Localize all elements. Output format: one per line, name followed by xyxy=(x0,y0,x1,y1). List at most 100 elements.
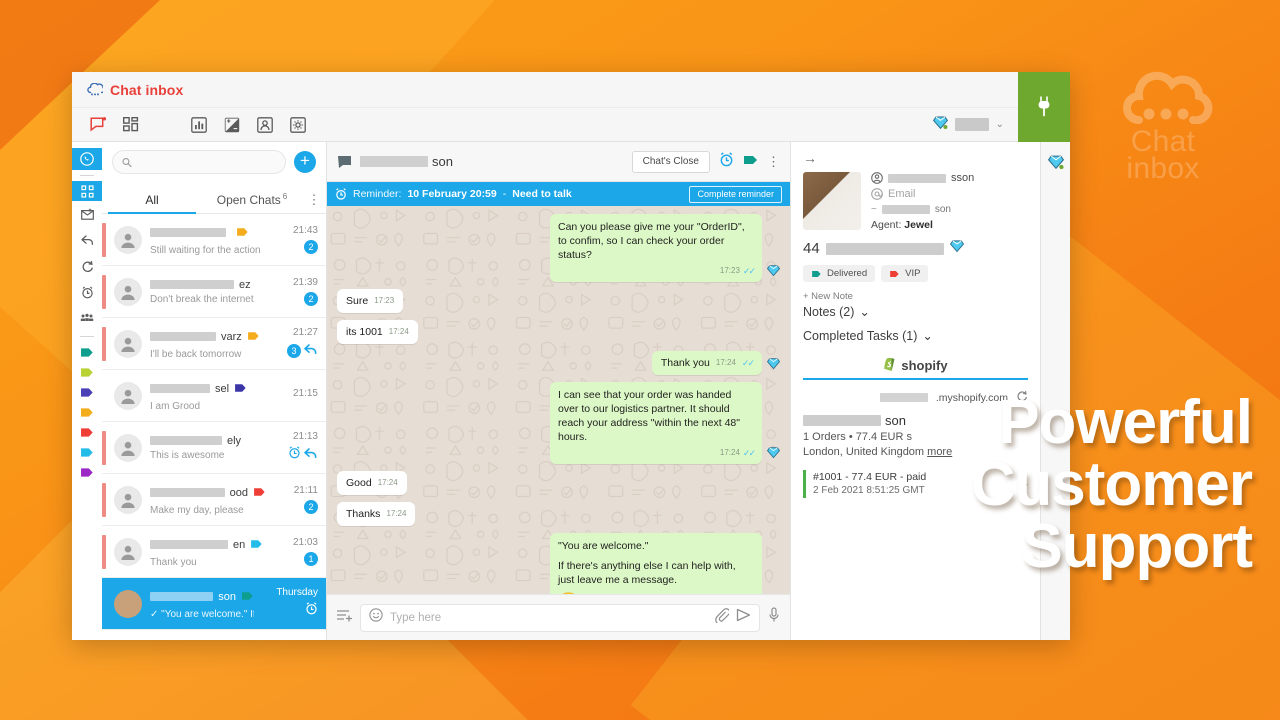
archive-mail-icon[interactable] xyxy=(72,201,102,227)
tab-open-chats[interactable]: Open Chats 6 xyxy=(202,192,302,213)
agent-row: Agent: Jewel xyxy=(871,219,1028,231)
rail-tag-5[interactable] xyxy=(72,442,102,462)
rail-tag-3[interactable] xyxy=(72,402,102,422)
quick-reply-icon[interactable] xyxy=(336,609,353,627)
search-box[interactable] xyxy=(112,150,286,174)
complete-reminder-button[interactable]: Complete reminder xyxy=(689,185,782,203)
conversation-more-button[interactable]: ⋮ xyxy=(767,155,780,168)
message-bubble: Good 17:24 xyxy=(337,471,407,495)
tag-icon[interactable] xyxy=(743,153,758,171)
profile-handle-tail: son xyxy=(934,204,951,215)
attachment-icon[interactable] xyxy=(715,607,731,628)
chat-list-item[interactable]: ez Don't break the internet 21:39 2 xyxy=(102,266,326,318)
tab-all[interactable]: All xyxy=(102,193,202,214)
rail-tag-4[interactable] xyxy=(72,422,102,442)
chevron-down-icon: ⌄ xyxy=(922,329,933,343)
rail-tag-1[interactable] xyxy=(72,362,102,382)
collapse-panel-button[interactable]: → xyxy=(803,150,1028,166)
reply-arrow-icon[interactable] xyxy=(72,227,102,253)
chat-item-name: en xyxy=(150,536,266,554)
qr-scan-icon[interactable] xyxy=(72,181,102,201)
chats-close-button[interactable]: Chat's Close xyxy=(631,150,710,173)
whatsapp-icon[interactable] xyxy=(72,148,102,170)
channel-rail xyxy=(72,142,102,640)
messages-area[interactable]: Can you please give me your "OrderID", t… xyxy=(327,206,790,594)
shopify-tab[interactable]: shopify xyxy=(803,357,1028,380)
tag-icon xyxy=(241,588,254,606)
app-body: + All Open Chats 6 ⋮ Still waiting for th… xyxy=(72,142,1070,640)
alarm-clock-icon[interactable] xyxy=(719,151,734,172)
chat-list-more-button[interactable]: ⋮ xyxy=(302,192,326,213)
shopify-customer-tail: son xyxy=(885,413,906,428)
notes-section-toggle[interactable]: Notes (2) ⌄ xyxy=(803,304,1028,320)
tag-icon xyxy=(812,270,821,277)
add-chat-button[interactable]: + xyxy=(294,151,316,173)
chat-list-item[interactable]: en Thank you 21:03 1 xyxy=(102,526,326,578)
order-summary: #1001 - 77.4 EUR - paid xyxy=(813,471,927,483)
groups-icon[interactable] xyxy=(72,305,102,331)
phone-row: 44 xyxy=(803,239,1028,258)
chat-bubble-icon xyxy=(338,155,351,168)
dashboard-grid-icon[interactable] xyxy=(119,114,143,136)
chat-list-item[interactable]: ely This is awesome 21:13 xyxy=(102,422,326,474)
chat-bubble-icon[interactable] xyxy=(86,114,110,136)
profile-photo[interactable] xyxy=(803,172,861,230)
chat-list[interactable]: Still waiting for the action 21:43 2 ez Don'… xyxy=(102,214,326,640)
unread-badge: 3 xyxy=(287,344,301,358)
connection-plug-button[interactable] xyxy=(1018,72,1070,142)
reminder-datetime: 10 February 20:59 xyxy=(407,188,497,200)
contacts-icon[interactable] xyxy=(253,114,277,136)
reminder-note: Need to talk xyxy=(512,188,572,200)
avatar xyxy=(114,329,142,358)
rail-tag-6[interactable] xyxy=(72,462,102,482)
avatar xyxy=(114,381,142,410)
rail-tag-2[interactable] xyxy=(72,382,102,402)
composer-input-box[interactable] xyxy=(360,603,760,632)
alarm-clock-icon xyxy=(336,188,346,200)
rail-tag-0[interactable] xyxy=(72,342,102,362)
priority-flag xyxy=(102,222,106,257)
chat-list-item[interactable]: Still waiting for the action 21:43 2 xyxy=(102,214,326,266)
chat-item-right: 21:27 3 xyxy=(274,327,318,360)
message-row: "You are welcome." If there's anything el… xyxy=(337,533,780,594)
message-input[interactable] xyxy=(390,611,708,624)
read-receipt-icon: ✓✓ xyxy=(742,266,756,276)
alarm-clock-icon[interactable] xyxy=(72,279,102,305)
chevron-down-icon[interactable]: ⌄ xyxy=(996,119,1004,130)
completed-tasks-toggle[interactable]: Completed Tasks (1) ⌄ xyxy=(803,328,1028,344)
shopify-order-card[interactable]: #1001 - 77.4 EUR - paid 2 Feb 2021 8:51:… xyxy=(803,470,1028,498)
customer-more-link[interactable]: more xyxy=(927,446,952,458)
emoji-icon[interactable] xyxy=(369,608,383,627)
chat-item-meta: 2 xyxy=(304,240,318,254)
diamond-icon xyxy=(766,446,781,464)
microphone-icon[interactable] xyxy=(768,607,780,628)
profile-name-redacted xyxy=(888,173,946,183)
chat-item-right: 21:11 2 xyxy=(274,485,318,514)
send-icon[interactable] xyxy=(736,608,751,627)
refresh-icon[interactable] xyxy=(72,253,102,279)
search-input[interactable] xyxy=(137,156,276,168)
contact-tag-chip[interactable]: VIP xyxy=(881,265,929,282)
handle-prefix: ~ xyxy=(871,204,877,215)
contact-tag-chip[interactable]: Delivered xyxy=(803,265,876,282)
avatar xyxy=(114,225,142,254)
diamond-icon[interactable] xyxy=(1047,154,1064,175)
chat-list-item[interactable]: sel I am Grood 21:15 xyxy=(102,370,326,422)
unread-badge: 2 xyxy=(304,292,318,306)
broadcast-icon[interactable] xyxy=(220,114,244,136)
priority-flag xyxy=(102,534,106,569)
search-icon xyxy=(122,157,132,167)
statistics-icon[interactable] xyxy=(187,114,211,136)
message-bubble: Can you please give me your "OrderID", t… xyxy=(550,214,762,282)
at-sign-icon xyxy=(871,188,883,200)
chat-list-item[interactable]: ood Make my day, please 21:11 2 xyxy=(102,474,326,526)
chat-list-item[interactable]: varz I'll be back tomorrow 21:27 3 xyxy=(102,318,326,370)
diamond-icon[interactable] xyxy=(949,239,964,258)
chat-list-item[interactable]: son ✓ "You are welcome." If there's on… Th… xyxy=(102,578,326,630)
settings-gear-icon[interactable] xyxy=(286,114,310,136)
new-note-button[interactable]: + New Note xyxy=(803,291,1028,302)
chevron-right-icon[interactable]: › xyxy=(1024,477,1028,491)
refresh-icon[interactable] xyxy=(1016,390,1028,405)
chevron-down-icon: ⌄ xyxy=(859,305,870,319)
app-title: Chat inbox xyxy=(110,81,184,98)
